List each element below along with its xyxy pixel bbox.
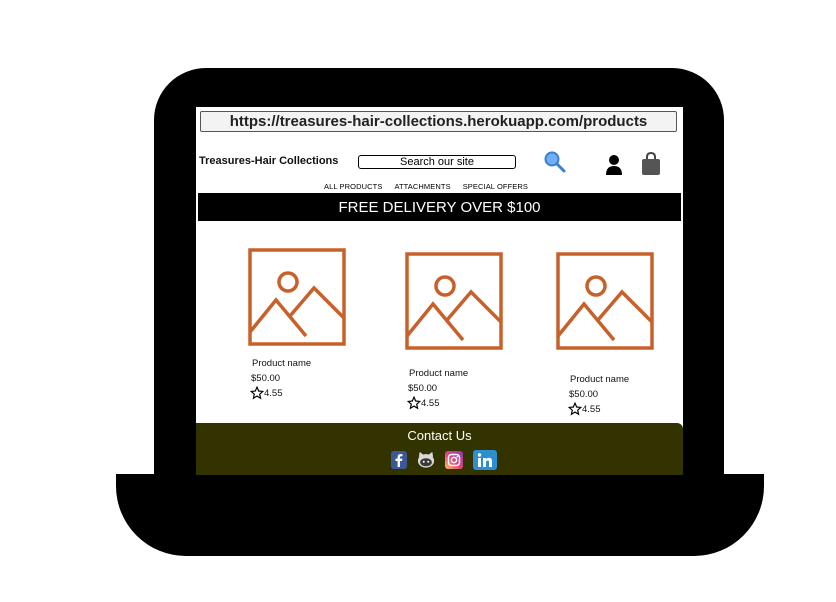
site-brand[interactable]: Treasures-Hair Collections bbox=[199, 155, 338, 167]
banner-text: FREE DELIVERY OVER $100 bbox=[338, 198, 541, 216]
image-placeholder-icon[interactable] bbox=[248, 248, 346, 346]
product-card[interactable]: Product name $50.00 4.55 bbox=[248, 248, 358, 400]
facebook-icon[interactable] bbox=[391, 451, 407, 469]
star-icon bbox=[407, 396, 421, 410]
search-input[interactable]: Search our site bbox=[358, 155, 516, 169]
rating-value: 4.55 bbox=[421, 397, 440, 409]
social-links bbox=[391, 450, 497, 470]
product-name[interactable]: Product name bbox=[252, 358, 358, 369]
url-text: https://treasures-hair-collections.herok… bbox=[229, 113, 648, 130]
image-placeholder-icon[interactable] bbox=[405, 252, 503, 350]
user-icon[interactable] bbox=[604, 154, 624, 176]
github-icon[interactable] bbox=[417, 451, 435, 469]
product-card[interactable]: Product name $50.00 4.55 bbox=[556, 252, 666, 416]
footer-title: Contact Us bbox=[407, 428, 472, 443]
star-icon bbox=[250, 386, 264, 400]
star-icon bbox=[568, 402, 582, 416]
product-rating: 4.55 bbox=[568, 402, 666, 416]
image-placeholder-icon[interactable] bbox=[556, 252, 654, 350]
product-card[interactable]: Product name $50.00 4.55 bbox=[405, 252, 515, 410]
product-price: $50.00 bbox=[569, 389, 599, 400]
delivery-banner: FREE DELIVERY OVER $100 bbox=[198, 193, 681, 221]
laptop-base bbox=[116, 474, 764, 556]
product-price: $50.00 bbox=[408, 383, 438, 394]
linkedin-icon[interactable] bbox=[473, 450, 497, 470]
nav-special-offers[interactable]: SPECIAL OFFERS bbox=[463, 182, 528, 191]
product-rating: 4.55 bbox=[250, 386, 358, 400]
product-price: $50.00 bbox=[251, 373, 281, 384]
main-nav: ALL PRODUCTS ATTACHMENTS SPECIAL OFFERS bbox=[324, 182, 528, 191]
site-footer: Contact Us bbox=[196, 423, 683, 475]
search-icon[interactable] bbox=[543, 150, 567, 174]
search-placeholder: Search our site bbox=[400, 156, 474, 168]
product-name[interactable]: Product name bbox=[570, 374, 666, 385]
rating-value: 4.55 bbox=[264, 387, 283, 399]
rating-value: 4.55 bbox=[582, 403, 601, 415]
product-rating: 4.55 bbox=[407, 396, 515, 410]
shopping-bag-icon[interactable] bbox=[640, 152, 662, 176]
product-name[interactable]: Product name bbox=[409, 368, 515, 379]
nav-all-products[interactable]: ALL PRODUCTS bbox=[324, 182, 382, 191]
laptop-screen: https://treasures-hair-collections.herok… bbox=[196, 107, 683, 475]
instagram-icon[interactable] bbox=[445, 451, 463, 469]
url-bar[interactable]: https://treasures-hair-collections.herok… bbox=[200, 111, 677, 132]
nav-attachments[interactable]: ATTACHMENTS bbox=[394, 182, 450, 191]
